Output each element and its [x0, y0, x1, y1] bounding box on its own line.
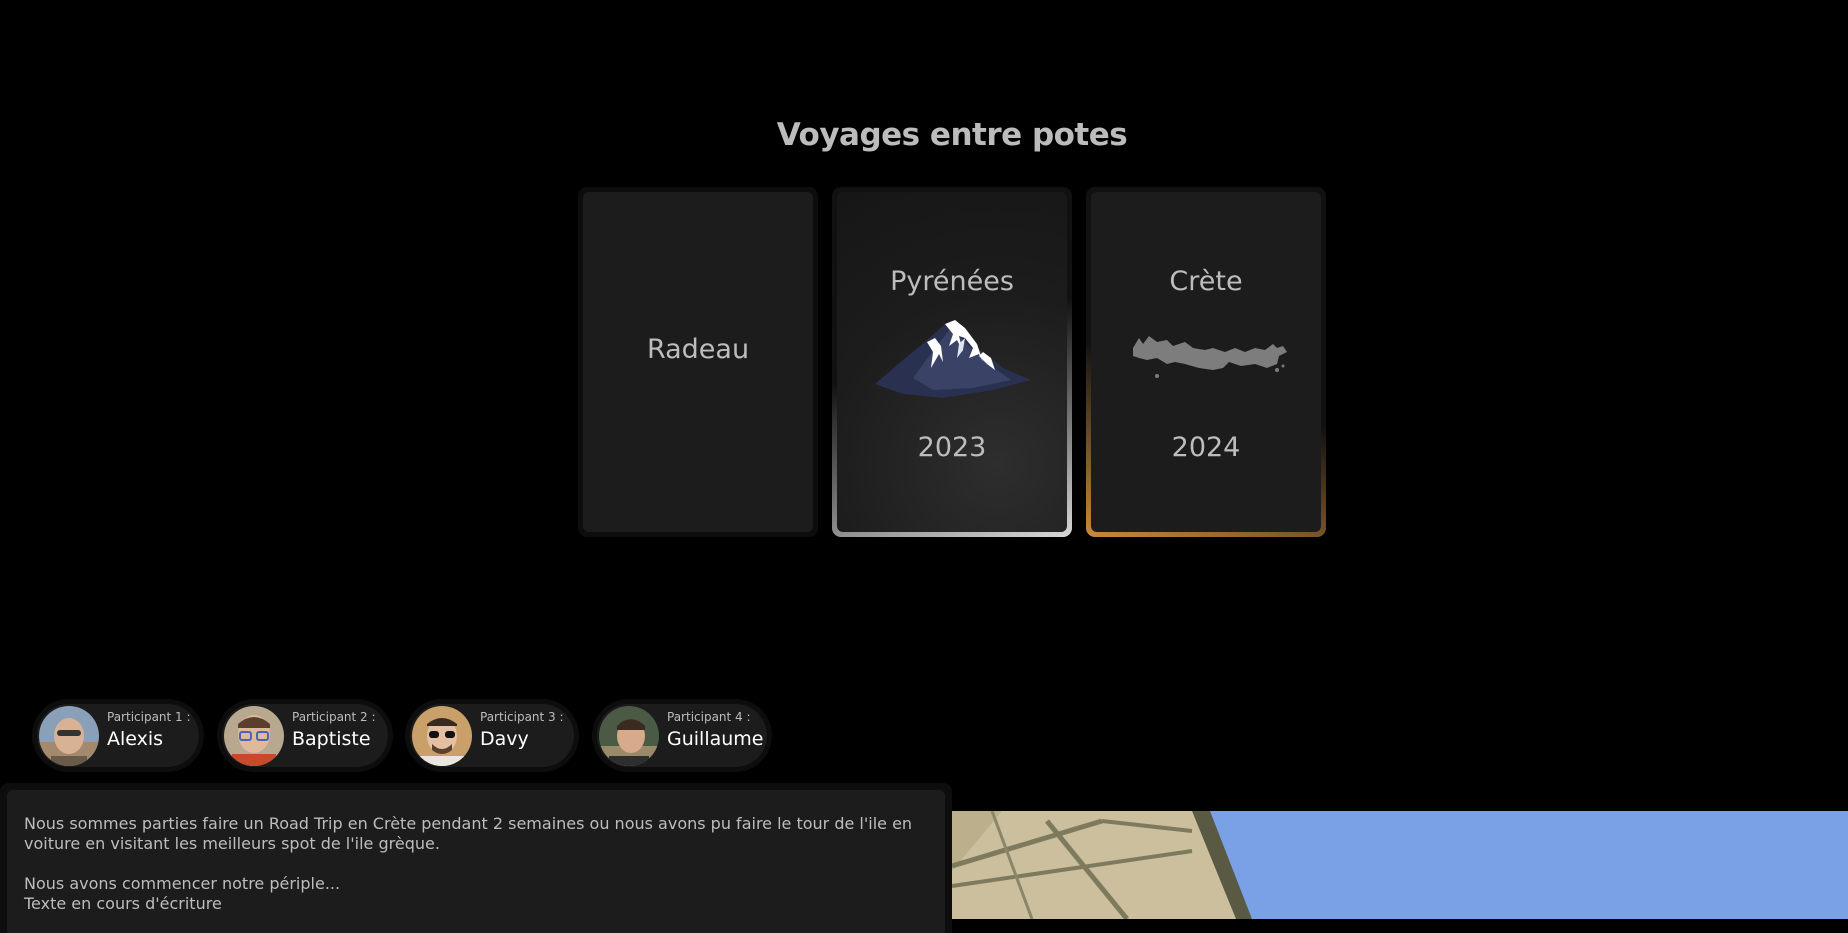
participant-label: Participant 3 : — [480, 710, 564, 724]
story-panel: Nous sommes parties faire un Road Trip e… — [0, 783, 952, 933]
participant-name: Alexis — [107, 728, 164, 750]
participant-card-guillaume[interactable]: Participant 4 : Guillaume — [592, 699, 772, 772]
story-paragraph: Nous avons commencer notre périple... — [24, 874, 341, 893]
avatar — [224, 706, 284, 766]
story-paragraph: Nous sommes parties faire un Road Trip e… — [24, 814, 913, 853]
trip-card-title: Crète — [1169, 266, 1243, 297]
trip-photo — [952, 811, 1848, 919]
avatar — [412, 706, 472, 766]
mountain-icon — [875, 320, 1031, 398]
participant-name: Guillaume — [667, 728, 764, 750]
trip-card-year: 2024 — [1171, 432, 1241, 463]
trip-card-crete[interactable]: Crète 2024 — [1086, 187, 1326, 537]
avatar — [39, 706, 99, 766]
trip-card-radeau[interactable]: Radeau — [578, 187, 818, 537]
participant-card-davy[interactable]: Participant 3 : Davy — [405, 699, 579, 772]
participant-card-baptiste[interactable]: Participant 2 : Baptiste — [217, 699, 393, 772]
crete-island-icon — [1133, 336, 1287, 378]
story-paragraph: Texte en cours d'écriture — [24, 894, 222, 913]
trip-card-year: 2023 — [917, 432, 987, 463]
participant-label: Participant 4 : — [667, 710, 751, 724]
participant-name: Davy — [480, 728, 529, 750]
trip-card-pyrenees[interactable]: Pyrénées 2023 — [832, 187, 1072, 537]
participant-card-alexis[interactable]: Participant 1 : Alexis — [32, 699, 204, 772]
trip-cards: Radeau Pyrénées 2023 Crète 2024 — [578, 187, 1326, 537]
page-title: Voyages entre potes — [776, 117, 1128, 153]
trip-card-title: Radeau — [646, 334, 750, 365]
participant-label: Participant 1 : — [107, 710, 191, 724]
participant-label: Participant 2 : — [292, 710, 376, 724]
participant-name: Baptiste — [292, 728, 371, 750]
trip-card-title: Pyrénées — [890, 266, 1014, 297]
avatar — [599, 706, 659, 766]
